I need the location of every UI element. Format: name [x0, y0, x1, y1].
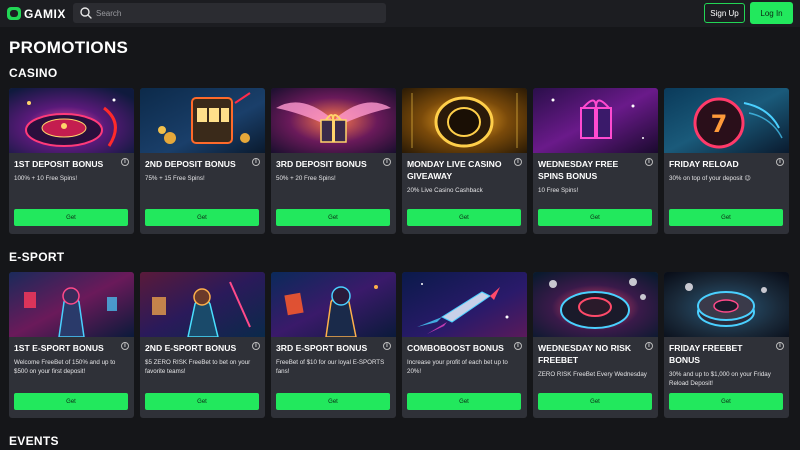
promo-title: 3RD E-SPORT BONUS — [276, 343, 368, 353]
gamix-logo[interactable]: GAMIX — [7, 6, 66, 21]
get-button[interactable]: Get — [14, 209, 128, 226]
winged-gift-image — [271, 88, 396, 153]
get-button[interactable]: Get — [276, 209, 390, 226]
promo-description: 30% on top of your deposit 😉 — [669, 175, 751, 182]
page-title: PROMOTIONS — [9, 38, 129, 57]
info-icon[interactable]: i — [645, 158, 653, 166]
esport-promotions-row: 1ST E-SPORT BONUS i Welcome FreeBet of 1… — [9, 272, 794, 418]
promo-description: FreeBet of $10 for our loyal E-SPORTS fa… — [276, 359, 385, 375]
masked-gamer-image — [271, 272, 396, 337]
casino-chips-image — [664, 272, 789, 337]
info-icon[interactable]: i — [121, 342, 129, 350]
get-button[interactable]: Get — [14, 393, 128, 410]
promo-card-esport-1st[interactable]: 1ST E-SPORT BONUS i Welcome FreeBet of 1… — [9, 272, 134, 418]
promo-title: FRIDAY RELOAD — [669, 159, 739, 169]
logo-text: GAMIX — [24, 6, 66, 21]
promo-description: 75% + 15 Free Spins! — [145, 175, 205, 182]
promo-title: FRIDAY FREEBET BONUS — [669, 343, 743, 365]
get-button[interactable]: Get — [145, 209, 259, 226]
promo-title: 1ST E-SPORT BONUS — [14, 343, 104, 353]
promo-description: 50% + 20 Free Spins! — [276, 175, 336, 182]
roulette-wheel-image — [9, 88, 134, 153]
log-in-button[interactable]: Log In — [750, 2, 793, 24]
info-icon[interactable]: i — [776, 158, 784, 166]
casino-promotions-row: 1ST DEPOSIT BONUS i 100% + 10 Free Spins… — [9, 88, 794, 234]
get-button[interactable]: Get — [145, 393, 259, 410]
promo-title: 3RD DEPOSIT BONUS — [276, 159, 367, 169]
info-icon[interactable]: i — [514, 342, 522, 350]
info-icon[interactable]: i — [121, 158, 129, 166]
promo-card-casino-2nd-deposit[interactable]: 2ND DEPOSIT BONUS i 75% + 15 Free Spins!… — [140, 88, 265, 234]
search-input[interactable] — [96, 8, 376, 18]
get-button[interactable]: Get — [669, 209, 783, 226]
search-icon — [78, 5, 94, 21]
info-icon[interactable]: i — [252, 342, 260, 350]
promo-card-casino-wednesday-free-spins[interactable]: WEDNESDAY FREE SPINS BONUS i 10 Free Spi… — [533, 88, 658, 234]
promo-card-esport-friday-freebet[interactable]: FRIDAY FREEBET BONUS i 30% and up to $1,… — [664, 272, 789, 418]
info-icon[interactable]: i — [514, 158, 522, 166]
promo-description: Welcome FreeBet of 150% and up to $500 o… — [14, 359, 116, 375]
get-button[interactable]: Get — [407, 393, 521, 410]
promo-card-esport-comboboost[interactable]: COMBOBOOST BONUS i Increase your profit … — [402, 272, 527, 418]
promo-title: MONDAY LIVE CASINO GIVEAWAY — [407, 159, 502, 181]
promo-description: 10 Free Spins! — [538, 187, 579, 194]
promo-description: Increase your profit of each bet up to 2… — [407, 359, 508, 375]
section-title-esport: E-SPORT — [9, 250, 65, 264]
info-icon[interactable]: i — [776, 342, 784, 350]
promo-title: 1ST DEPOSIT BONUS — [14, 159, 104, 169]
promo-description: 30% and up to $1,000 on your Friday Relo… — [669, 371, 771, 387]
search-bar[interactable] — [73, 3, 386, 23]
section-title-events: EVENTS — [9, 434, 59, 448]
gold-coin-image — [402, 88, 527, 153]
svg-text:7: 7 — [711, 110, 728, 138]
get-button[interactable]: Get — [669, 393, 783, 410]
neon-chip-image — [533, 272, 658, 337]
top-navigation-bar: GAMIX Sign Up Log In — [0, 0, 800, 27]
promo-title: WEDNESDAY NO RISK FREEBET — [538, 343, 632, 365]
promo-card-esport-3rd[interactable]: 3RD E-SPORT BONUS i FreeBet of $10 for o… — [271, 272, 396, 418]
get-button[interactable]: Get — [538, 209, 652, 226]
promo-title: 2ND DEPOSIT BONUS — [145, 159, 236, 169]
promo-description: $5 ZERO RISK FreeBet to bet on your favo… — [145, 359, 251, 375]
neon-lucky-seven-image: 7 — [664, 88, 789, 153]
promo-card-casino-friday-reload[interactable]: 7 FRIDAY RELOAD i 30% on top of your dep… — [664, 88, 789, 234]
promo-title: WEDNESDAY FREE SPINS BONUS — [538, 159, 619, 181]
cyber-hero-image — [140, 272, 265, 337]
promo-title: 2ND E-SPORT BONUS — [145, 343, 237, 353]
promo-description: 20% Live Casino Cashback — [407, 187, 483, 194]
neon-gift-box-image — [533, 88, 658, 153]
rocket-image — [402, 272, 527, 337]
info-icon[interactable]: i — [252, 158, 260, 166]
promo-description: ZERO RISK FreeBet Every Wednesday — [538, 371, 647, 378]
info-icon[interactable]: i — [645, 342, 653, 350]
promo-description: 100% + 10 Free Spins! — [14, 175, 78, 182]
slot-machine-image — [140, 88, 265, 153]
get-button[interactable]: Get — [407, 209, 521, 226]
armored-warrior-image — [9, 272, 134, 337]
section-title-casino: CASINO — [9, 66, 58, 80]
promo-card-casino-monday-giveaway[interactable]: MONDAY LIVE CASINO GIVEAWAY i 20% Live C… — [402, 88, 527, 234]
info-icon[interactable]: i — [383, 158, 391, 166]
promo-card-esport-wednesday-no-risk[interactable]: WEDNESDAY NO RISK FREEBET i ZERO RISK Fr… — [533, 272, 658, 418]
promo-card-esport-2nd[interactable]: 2ND E-SPORT BONUS i $5 ZERO RISK FreeBet… — [140, 272, 265, 418]
promo-title: COMBOBOOST BONUS — [407, 343, 504, 353]
promo-card-casino-3rd-deposit[interactable]: 3RD DEPOSIT BONUS i 50% + 20 Free Spins!… — [271, 88, 396, 234]
get-button[interactable]: Get — [538, 393, 652, 410]
get-button[interactable]: Get — [276, 393, 390, 410]
gamepad-icon — [7, 7, 21, 20]
sign-up-button[interactable]: Sign Up — [704, 3, 745, 23]
info-icon[interactable]: i — [383, 342, 391, 350]
promo-card-casino-1st-deposit[interactable]: 1ST DEPOSIT BONUS i 100% + 10 Free Spins… — [9, 88, 134, 234]
